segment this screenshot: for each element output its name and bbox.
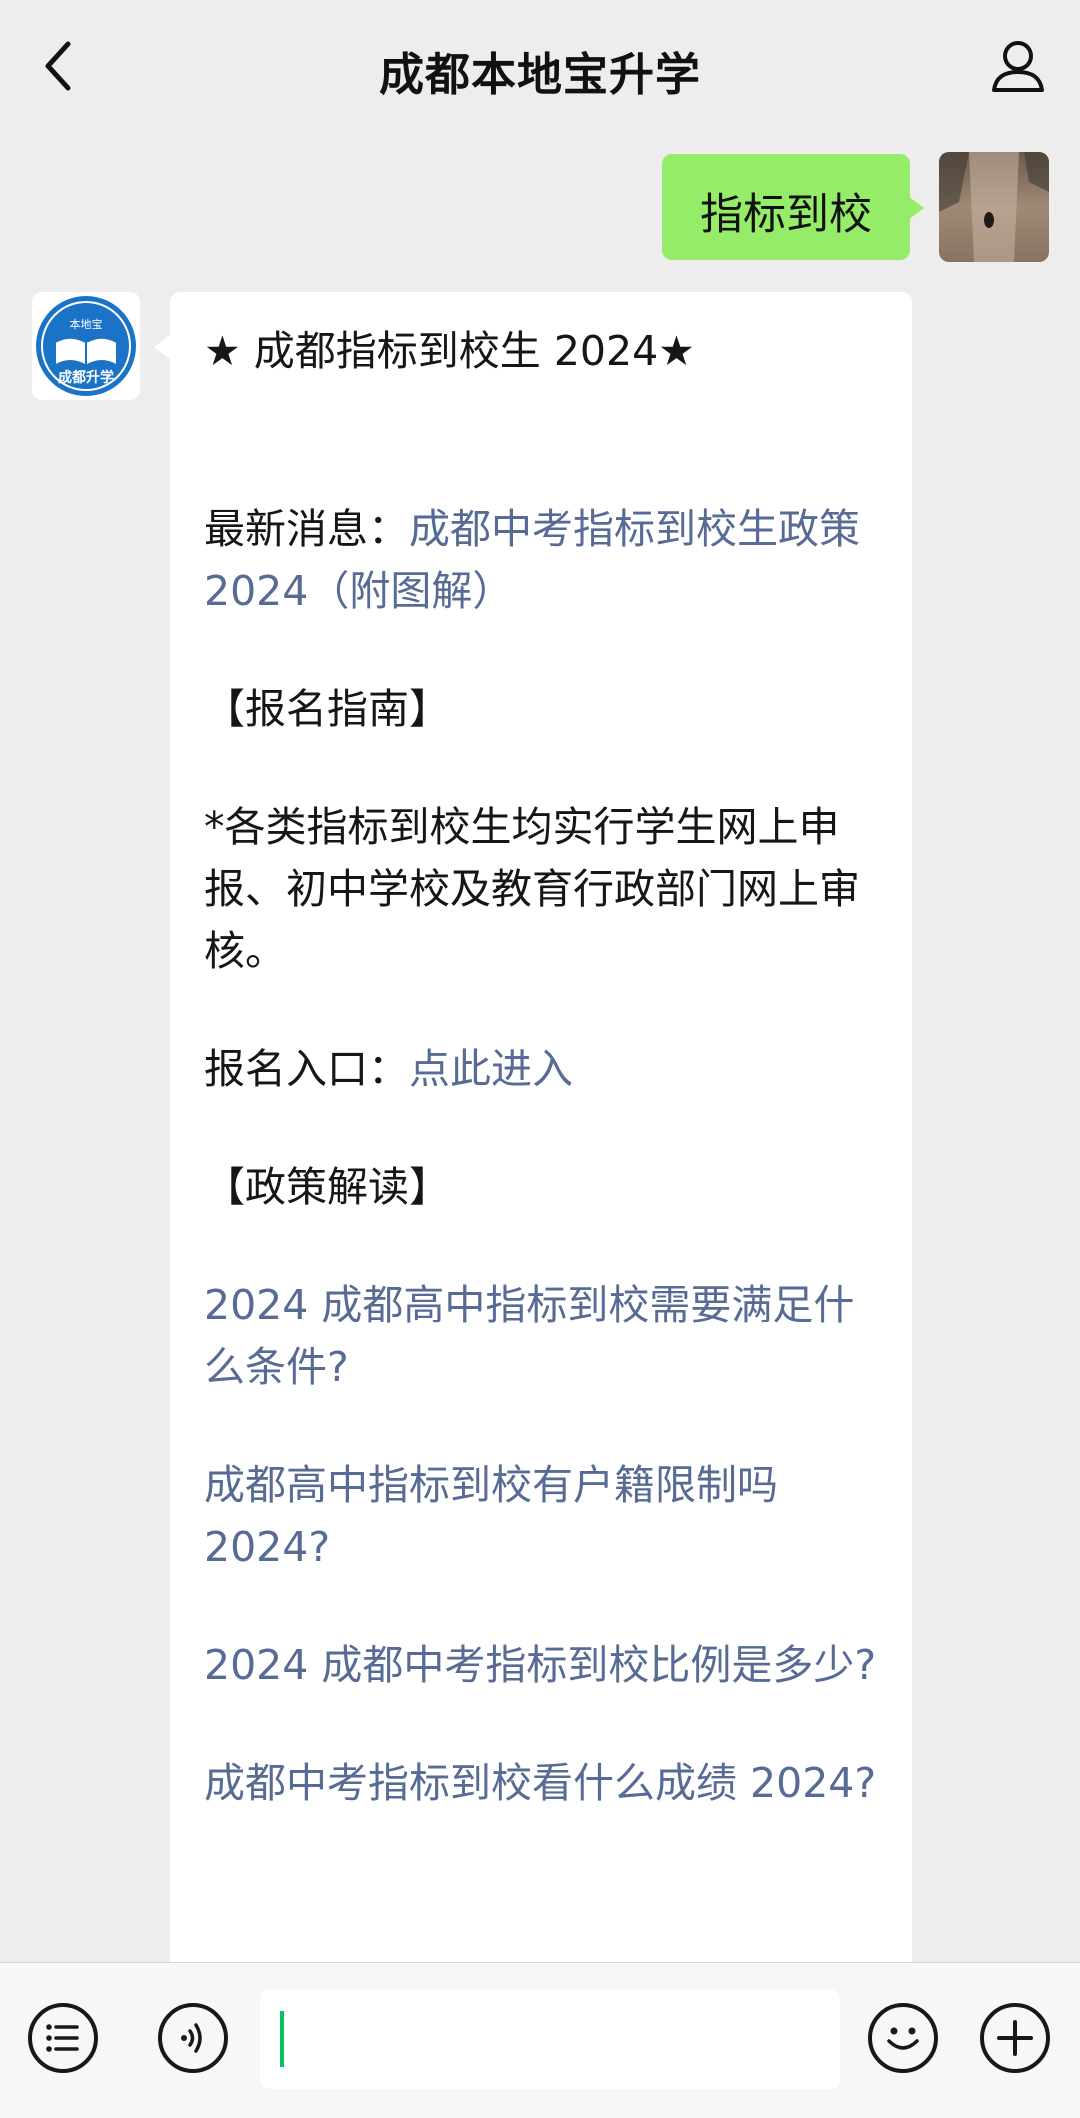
section-signup-guide: 【报名指南】 <box>204 685 450 733</box>
person-icon <box>992 41 1044 92</box>
sent-message-bubble[interactable]: 指标到校 <box>662 154 910 260</box>
book-logo-icon: 本地宝 成都升学 <box>36 296 136 396</box>
user-avatar[interactable] <box>939 152 1049 262</box>
chat-header: 成都本地宝升学 <box>0 0 1080 132</box>
signup-entry-link[interactable]: 点此进入 <box>409 1045 573 1093</box>
profile-button[interactable] <box>986 34 1050 98</box>
signup-description: *各类指标到校生均实行学生网上申报、初中学校及教育行政部门网上审核。 <box>204 803 860 975</box>
message-input[interactable] <box>260 1989 840 2089</box>
signup-entry-paragraph: 报名入口：点此进入 <box>204 1038 884 1100</box>
policy-link[interactable]: 成都中考指标到校看什么成绩 2024? <box>204 1752 884 1814</box>
message-heading: ★ 成都指标到校生 2024★ <box>204 327 695 375</box>
avatar-top-text: 本地宝 <box>70 317 103 331</box>
sent-bubble-tail <box>908 196 924 220</box>
user-avatar-photo <box>939 152 1049 262</box>
section-policy-reading: 【政策解读】 <box>204 1163 450 1211</box>
policy-link[interactable]: 成都高中指标到校有户籍限制吗 2024? <box>204 1454 884 1578</box>
policy-link[interactable]: 2024 成都中考指标到校比例是多少? <box>204 1634 884 1696</box>
policy-link[interactable]: 2024 成都高中指标到校需要满足什么条件? <box>204 1274 884 1398</box>
plus-icon <box>997 2020 1033 2056</box>
list-icon <box>46 2024 79 2052</box>
voice-icon <box>181 2023 202 2053</box>
chat-input-bar <box>0 1962 1080 2118</box>
avatar-bottom-text: 成都升学 <box>58 369 114 386</box>
emoji-button[interactable] <box>868 2003 938 2073</box>
voice-button[interactable] <box>158 2003 228 2073</box>
menu-button[interactable] <box>28 2003 98 2073</box>
received-bubble-tail <box>154 335 170 359</box>
text-caret <box>280 2011 284 2067</box>
sent-message-text: 指标到校 <box>700 190 872 240</box>
emoji-icon <box>887 2027 919 2050</box>
latest-news-paragraph: 最新消息：成都中考指标到校生政策 2024（附图解） <box>204 498 884 622</box>
more-button[interactable] <box>980 2003 1050 2073</box>
official-account-avatar[interactable]: 本地宝 成都升学 <box>32 292 140 400</box>
signup-entry-label: 报名入口： <box>204 1045 409 1093</box>
latest-news-label: 最新消息： <box>204 505 409 553</box>
received-message-bubble: ★ 成都指标到校生 2024★ 最新消息：成都中考指标到校生政策 2024（附图… <box>170 292 912 1972</box>
chat-title: 成都本地宝升学 <box>378 48 701 101</box>
